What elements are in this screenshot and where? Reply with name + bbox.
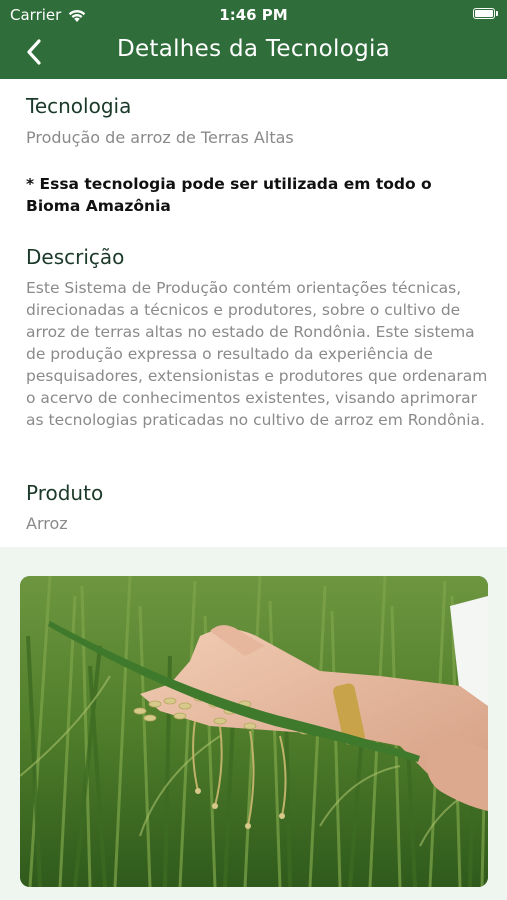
app-screen: Carrier 1:46 PM Detalhes da Tecnologia T… [0, 0, 507, 900]
descricao-heading: Descrição [26, 245, 125, 269]
descricao-text: Este Sistema de Produção contém orientaç… [26, 279, 488, 429]
image-section [0, 547, 507, 900]
chevron-left-icon [27, 39, 41, 65]
top-bar: Carrier 1:46 PM Detalhes da Tecnologia [0, 0, 507, 79]
produto-heading: Produto [26, 481, 104, 505]
back-button[interactable] [18, 33, 50, 71]
tecnologia-value: Produção de arroz de Terras Altas [26, 128, 294, 147]
rice-photo-illustration [20, 576, 488, 887]
page-title: Detalhes da Tecnologia [116, 36, 391, 62]
rice-field-photo [20, 576, 488, 887]
tecnologia-heading: Tecnologia [26, 94, 132, 118]
biome-notice: * Essa tecnologia pode ser utilizada em … [26, 175, 432, 215]
battery-icon [473, 8, 498, 19]
status-time: 1:46 PM [219, 6, 288, 24]
produto-value: Arroz [26, 514, 68, 533]
